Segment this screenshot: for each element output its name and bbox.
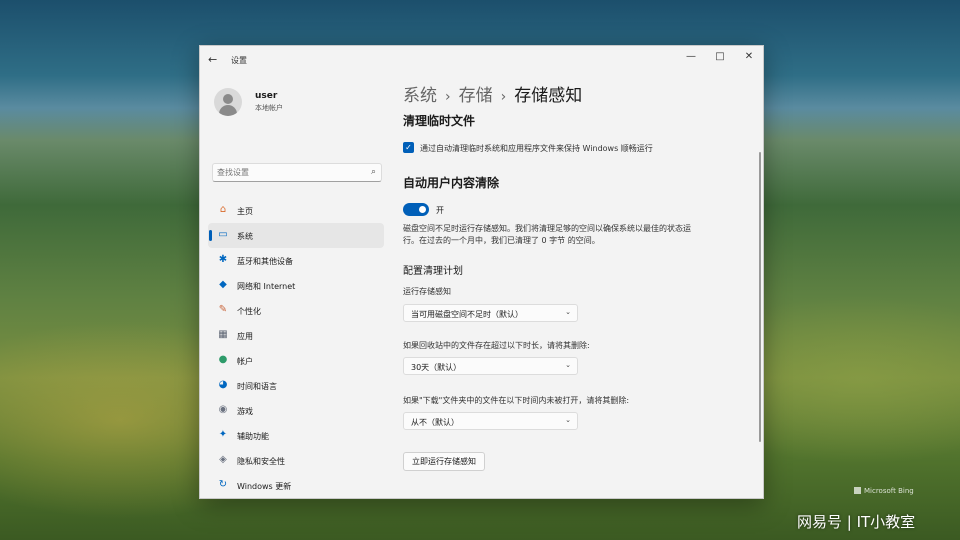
breadcrumb: 系统 › 存储 › 存储感知 xyxy=(403,81,582,106)
toggle-knob xyxy=(419,206,426,213)
auto-cleanup-toggle[interactable] xyxy=(403,203,429,216)
scrollbar[interactable] xyxy=(759,152,761,442)
title-bar: ← 设置 — □ ✕ xyxy=(200,46,763,74)
settings-window: ← 设置 — □ ✕ user 本地帐户 ⌕ ⌂ 主页 ▭ 系统 ✱ 蓝牙和其他设备 … xyxy=(199,45,764,499)
sidebar-item-label: Windows 更新 xyxy=(237,482,292,491)
section-heading-auto-cleanup: 自动用户内容清除 xyxy=(403,176,500,190)
sidebar-item-apps[interactable]: ▦ 应用 xyxy=(208,323,384,348)
wifi-icon: ◆ xyxy=(219,279,227,290)
chevron-down-icon: ⌄ xyxy=(565,416,571,424)
run-storage-sense-dropdown[interactable]: 当可用磁盘空间不足时（默认） ⌄ xyxy=(403,304,578,322)
breadcrumb-separator: › xyxy=(445,89,451,105)
sidebar-item-label: 蓝牙和其他设备 xyxy=(237,257,293,266)
back-arrow-icon[interactable]: ← xyxy=(208,53,217,66)
sidebar-item-label: 时间和语言 xyxy=(237,382,277,391)
avatar[interactable] xyxy=(214,88,242,116)
update-icon: ↻ xyxy=(218,479,228,490)
sidebar-item-network[interactable]: ◆ 网络和 Internet xyxy=(208,273,384,298)
sidebar-item-privacy[interactable]: ◈ 隐私和安全性 xyxy=(208,448,384,473)
bing-text: Microsoft Bing xyxy=(864,487,914,495)
account-type: 本地帐户 xyxy=(255,104,283,112)
sidebar-item-label: 系统 xyxy=(237,232,253,241)
page-title: 存储感知 xyxy=(514,86,583,106)
apps-icon: ▦ xyxy=(218,329,228,340)
sidebar-item-home[interactable]: ⌂ 主页 xyxy=(208,198,384,223)
sidebar-item-label: 辅助功能 xyxy=(237,432,269,441)
sidebar-item-label: 帐户 xyxy=(237,357,253,366)
breadcrumb-separator: › xyxy=(500,89,507,105)
globe-clock-icon: ◕ xyxy=(218,379,228,390)
downloads-label: 如果"下载"文件夹中的文件在以下时间内未被打开，请将其删除: xyxy=(403,396,630,405)
sidebar-item-gaming[interactable]: ◉ 游戏 xyxy=(208,398,384,423)
sidebar-item-bluetooth[interactable]: ✱ 蓝牙和其他设备 xyxy=(208,248,384,273)
brush-icon: ✎ xyxy=(218,304,228,315)
sidebar-item-time-language[interactable]: ◕ 时间和语言 xyxy=(208,373,384,398)
temp-files-checkbox[interactable]: ✓ xyxy=(403,142,414,153)
accessibility-icon: ✦ xyxy=(218,429,228,440)
shield-icon: ◈ xyxy=(219,454,227,465)
sidebar-item-label: 网络和 Internet xyxy=(237,282,296,291)
bluetooth-icon: ✱ xyxy=(218,254,228,265)
microsoft-bing-label: Microsoft Bing xyxy=(854,487,914,495)
section-heading-schedule: 配置清理计划 xyxy=(403,266,463,277)
user-name: user xyxy=(255,91,278,101)
sidebar-item-personalization[interactable]: ✎ 个性化 xyxy=(208,298,384,323)
section-heading-temp-files: 清理临时文件 xyxy=(403,114,476,128)
minimize-button[interactable]: — xyxy=(681,51,701,62)
close-button[interactable]: ✕ xyxy=(739,51,759,62)
run-storage-sense-label: 运行存储感知 xyxy=(403,287,451,296)
sidebar-item-system[interactable]: ▭ 系统 xyxy=(208,223,384,248)
account-icon: ● xyxy=(218,354,228,365)
sidebar-item-label: 游戏 xyxy=(237,407,253,416)
maximize-button[interactable]: □ xyxy=(710,51,730,62)
app-title: 设置 xyxy=(231,56,247,65)
sidebar-item-label: 主页 xyxy=(237,207,253,216)
search-icon[interactable]: ⌕ xyxy=(371,167,376,177)
recycle-bin-label: 如果回收站中的文件存在超过以下时长，请将其删除: xyxy=(403,341,590,350)
temp-files-checkbox-label[interactable]: 通过自动清理临时系统和应用程序文件来保持 Windows 顺畅运行 xyxy=(420,143,653,154)
downloads-dropdown[interactable]: 从不（默认） ⌄ xyxy=(403,412,578,430)
gamepad-icon: ◉ xyxy=(218,404,228,415)
watermark: 网易号 | IT小教室 xyxy=(797,513,916,531)
sidebar-item-label: 个性化 xyxy=(237,307,261,316)
microsoft-logo-icon xyxy=(854,487,861,494)
sidebar: user 本地帐户 ⌕ ⌂ 主页 ▭ 系统 ✱ 蓝牙和其他设备 ◆ 网络和 Intern… xyxy=(200,74,390,498)
nav-list: ⌂ 主页 ▭ 系统 ✱ 蓝牙和其他设备 ◆ 网络和 Internet ✎ 个性化 ▦ 应用 … xyxy=(208,198,384,498)
sidebar-item-windows-update[interactable]: ↻ Windows 更新 xyxy=(208,473,384,498)
dropdown-value: 30天（默认） xyxy=(411,363,462,372)
sidebar-item-label: 应用 xyxy=(237,332,253,341)
chevron-down-icon: ⌄ xyxy=(565,308,571,316)
search-input[interactable] xyxy=(217,166,357,179)
main-content: 系统 › 存储 › 存储感知 清理临时文件 ✓ 通过自动清理临时系统和应用程序文件来保持… xyxy=(390,74,763,498)
sidebar-item-label: 隐私和安全性 xyxy=(237,457,285,466)
auto-cleanup-description: 磁盘空间不足时运行存储感知。我们将清理足够的空间以确保系统以最佳的状态运行。在过… xyxy=(403,224,691,245)
recycle-bin-dropdown[interactable]: 30天（默认） ⌄ xyxy=(403,357,578,375)
system-monitor-icon: ▭ xyxy=(218,229,228,240)
chevron-down-icon: ⌄ xyxy=(565,361,571,369)
breadcrumb-system[interactable]: 系统 xyxy=(403,86,437,106)
dropdown-value: 从不（默认） xyxy=(411,418,459,427)
search-box[interactable]: ⌕ xyxy=(212,163,382,182)
dropdown-value: 当可用磁盘空间不足时（默认） xyxy=(411,310,523,319)
toggle-state-label: 开 xyxy=(436,206,444,215)
run-storage-sense-now-button[interactable]: 立即运行存储感知 xyxy=(403,452,485,471)
breadcrumb-storage[interactable]: 存储 xyxy=(459,86,493,106)
home-icon: ⌂ xyxy=(219,204,227,215)
sidebar-item-accounts[interactable]: ● 帐户 xyxy=(208,348,384,373)
sidebar-item-accessibility[interactable]: ✦ 辅助功能 xyxy=(208,423,384,448)
